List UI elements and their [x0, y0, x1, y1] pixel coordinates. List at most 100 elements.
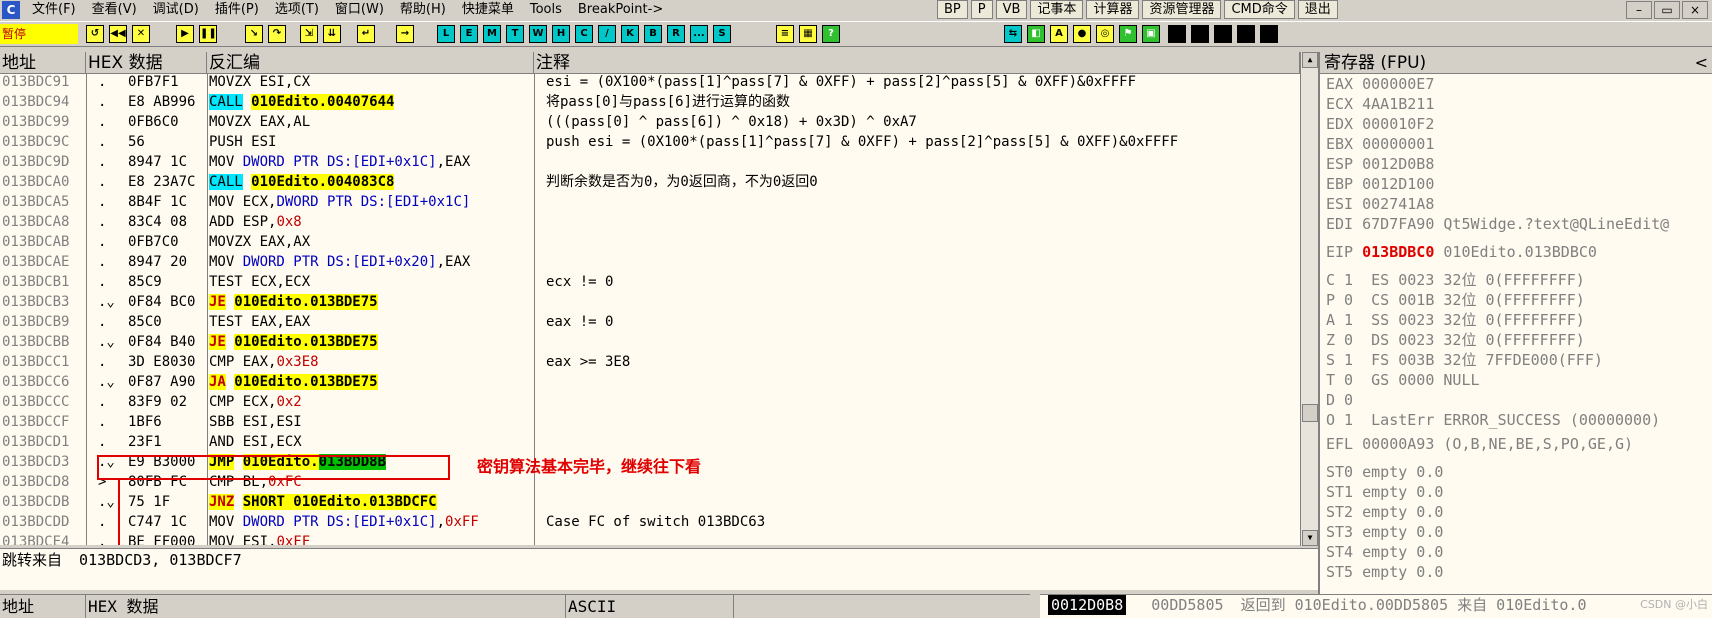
tool-button[interactable]: P [970, 0, 993, 19]
col-disasm[interactable]: 反汇编 [207, 52, 534, 74]
window-button-7[interactable]: / [598, 25, 616, 43]
disasm-row[interactable]: 013BDCAE. 8947 20 MOV DWORD PTR DS:[EDI+0x… [0, 252, 1300, 272]
close-icon[interactable]: × [1682, 1, 1708, 19]
register-eax[interactable]: EAX 000000E7 [1326, 74, 1712, 94]
disasm-row[interactable]: 013BDCA0. E8 23A7C CALL 010Edito.004083C8 判… [0, 172, 1300, 192]
disasm-row[interactable]: 013BDCC1. 3D E8030 CMP EAX,0x3E8 eax >= 3E8 [0, 352, 1300, 372]
disasm-row[interactable]: 013BDCD1. 23F1 AND ESI,ECX [0, 432, 1300, 452]
run-icon[interactable]: ▶ [176, 25, 194, 43]
dump-col-hex[interactable]: HEX 数据 [86, 595, 566, 618]
tool-button[interactable]: VB [995, 0, 1028, 19]
list-icon[interactable]: ≡ [776, 25, 794, 43]
dump-col-address[interactable]: 地址 [0, 595, 86, 618]
register-esi[interactable]: ESI 002741A8 [1326, 194, 1712, 214]
scroll-up-icon[interactable]: ▲ [1302, 52, 1318, 68]
jump-target[interactable]: 010Edito.013BDE75 [234, 294, 378, 310]
tool-button[interactable]: BP [937, 0, 968, 19]
tool-button[interactable]: 记事本 [1030, 0, 1084, 19]
disasm-row[interactable]: 013BDCA5. 8B4F 1C MOV ECX,DWORD PTR DS:[ED… [0, 192, 1300, 212]
trace-into-icon[interactable]: ⇲ [300, 25, 318, 43]
flag-segment-row[interactable]: P 0 CS 001B 32位 0(FFFFFFFF) [1326, 290, 1712, 310]
tool-button[interactable]: CMD命令 [1224, 0, 1295, 19]
flag-segment-row[interactable]: A 1 SS 0023 32位 0(FFFFFFFF) [1326, 310, 1712, 330]
window-button-4[interactable]: W [529, 25, 547, 43]
fpu-register[interactable]: ST3 empty 0.0 [1326, 522, 1712, 542]
register-value[interactable]: 4AA1B211 [1362, 95, 1434, 113]
register-value[interactable]: 000000E7 [1362, 75, 1434, 93]
window-button-1[interactable]: E [460, 25, 478, 43]
window-button-8[interactable]: K [621, 25, 639, 43]
register-value[interactable]: 0012D100 [1362, 175, 1434, 193]
register-esp[interactable]: ESP 0012D0B8 [1326, 154, 1712, 174]
fpu-register[interactable]: ST5 empty 0.0 [1326, 562, 1712, 582]
call-target[interactable]: 010Edito.004083C8 [251, 174, 395, 190]
jump-target[interactable]: 010Edito.013BDE75 [234, 334, 378, 350]
disasm-row[interactable]: 013BDCA8. 83C4 08 ADD ESP,0x8 [0, 212, 1300, 232]
flag-segment-row[interactable]: D 0 [1326, 390, 1712, 410]
menu-item[interactable]: 插件(P) [207, 0, 267, 20]
col-address[interactable]: 地址 [0, 52, 86, 74]
disasm-row[interactable]: 013BDCCC. 83F9 02 CMP ECX,0x2 [0, 392, 1300, 412]
fpu-register[interactable]: ST1 empty 0.0 [1326, 482, 1712, 502]
register-edx[interactable]: EDX 000010F2 [1326, 114, 1712, 134]
restore-icon[interactable]: ▭ [1654, 1, 1680, 19]
tool-button[interactable]: 资源管理器 [1142, 0, 1222, 19]
window-button-9[interactable]: B [644, 25, 662, 43]
disasm-row[interactable]: 013BDCB3 .⌄ 0F84 BC0 JE 010Edito.013BDE75 [0, 292, 1300, 312]
disasm-row[interactable]: 013BDCDD. C747 1C MOV DWORD PTR DS:[EDI+0x… [0, 512, 1300, 532]
flag-segment-row[interactable]: Z 0 DS 0023 32位 0(FFFFFFFF) [1326, 330, 1712, 350]
window-button-2[interactable]: M [483, 25, 501, 43]
menu-item[interactable]: 快捷菜单 [454, 0, 522, 20]
jump-target[interactable]: SHORT 010Edito.013BDCFC [242, 494, 437, 510]
register-ebx[interactable]: EBX 00000001 [1326, 134, 1712, 154]
disasm-row[interactable]: 013BDCE4. BE FF000 MOV ESI,0xFF [0, 532, 1300, 545]
disasm-row[interactable]: 013BDCC6 .⌄ 0F87 A90 JA 010Edito.013BDE75 [0, 372, 1300, 392]
disasm-row[interactable]: 013BDC94. E8 AB996 CALL 010Edito.00407644 将… [0, 92, 1300, 112]
register-value[interactable]: 00000001 [1362, 135, 1434, 153]
minimize-icon[interactable]: – [1626, 1, 1652, 19]
disasm-row[interactable]: 013BDCBB .⌄ 0F84 B40 JE 010Edito.013BDE75 [0, 332, 1300, 352]
col-comment[interactable]: 注释 [534, 52, 1300, 74]
fpu-register[interactable]: ST0 empty 0.0 [1326, 462, 1712, 482]
stack-strip[interactable]: 0012D0B8 00DD5805 返回到 010Edito.00DD5805 … [1040, 594, 1712, 618]
menu-item[interactable]: 调试(D) [145, 0, 207, 20]
window-button-3[interactable]: T [506, 25, 524, 43]
collapse-icon[interactable]: < [1695, 52, 1708, 74]
tool-button[interactable]: 计算器 [1086, 0, 1140, 19]
stack-address[interactable]: 0012D0B8 [1048, 595, 1127, 615]
goto-icon[interactable]: → [396, 25, 414, 43]
window-button-5[interactable]: H [552, 25, 570, 43]
grid-icon[interactable]: ▦ [799, 25, 817, 43]
call-target[interactable]: 010Edito.00407644 [251, 94, 395, 110]
plugin-icon[interactable]: ◧ [1027, 25, 1045, 43]
scroll-thumb[interactable] [1302, 404, 1318, 422]
dump-col-ascii[interactable]: ASCII [566, 595, 734, 618]
rewind-icon[interactable]: ◀◀ [109, 25, 127, 43]
register-eip[interactable]: EIP 013BDBC0 010Edito.013BDBC0 [1326, 242, 1712, 262]
register-value[interactable]: 002741A8 [1362, 195, 1434, 213]
register-ecx[interactable]: ECX 4AA1B211 [1326, 94, 1712, 114]
step-over-icon[interactable]: ↷ [268, 25, 286, 43]
flag-segment-row[interactable]: S 1 FS 003B 32位 7FFDE000(FFF) [1326, 350, 1712, 370]
trace-icon[interactable]: ⚑ [1119, 25, 1137, 43]
flag-segment-row[interactable]: O 1 LastErr ERROR_SUCCESS (00000000) [1326, 410, 1712, 430]
registers-pane[interactable]: 寄存器 (FPU) < EAX 000000E7 ECX 4AA1B211 EDX … [1318, 52, 1712, 594]
register-ebp[interactable]: EBP 0012D100 [1326, 174, 1712, 194]
menu-item[interactable]: 窗口(W) [327, 0, 392, 20]
help-icon[interactable]: ? [822, 25, 840, 43]
disasm-row[interactable]: 013BDC9D. 8947 1C MOV DWORD PTR DS:[EDI+0x… [0, 152, 1300, 172]
register-value[interactable]: 67D7FA90 Qt5Widge.?text@QLineEdit@ [1362, 215, 1669, 233]
window-button-10[interactable]: R [667, 25, 685, 43]
disasm-row[interactable]: 013BDC9C. 56 PUSH ESI push esi = (0X100*(pa… [0, 132, 1300, 152]
fpu-register[interactable]: ST2 empty 0.0 [1326, 502, 1712, 522]
register-value[interactable]: 0012D0B8 [1362, 155, 1434, 173]
flag-segment-row[interactable]: T 0 GS 0000 NULL [1326, 370, 1712, 390]
scroll-down-icon[interactable]: ▼ [1302, 530, 1318, 546]
disasm-row[interactable]: 013BDCDB .⌄ 75 1F JNZ SHORT 010Edito.013BDC… [0, 492, 1300, 512]
module-icon[interactable]: ▣ [1142, 25, 1160, 43]
close-icon[interactable]: ✕ [132, 25, 150, 43]
disasm-row[interactable]: 013BDC99. 0FB6C0 MOVZX EAX,AL (((pass[0] ^ … [0, 112, 1300, 132]
menu-item[interactable]: 选项(T) [267, 0, 327, 20]
window-button-11[interactable]: ... [690, 25, 708, 43]
target-icon[interactable]: ◎ [1096, 25, 1114, 43]
